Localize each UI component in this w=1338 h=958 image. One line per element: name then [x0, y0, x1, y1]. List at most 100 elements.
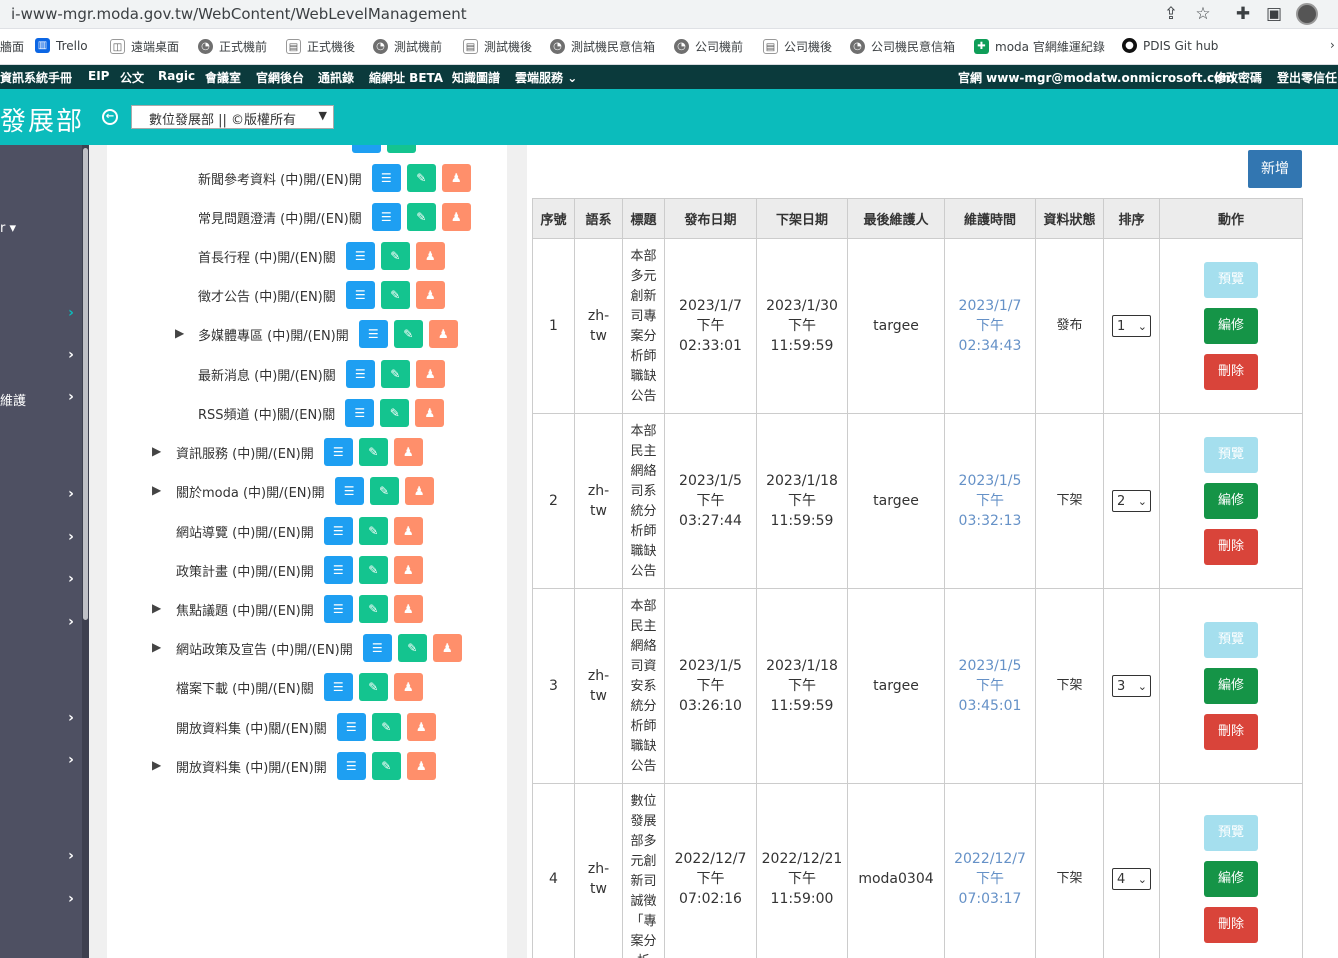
expand-arrow-icon[interactable]: ▶ — [175, 326, 187, 340]
edit-button[interactable]: ✎ — [380, 242, 410, 270]
edit-button[interactable] — [387, 145, 416, 153]
star-icon[interactable]: ☆ — [1192, 4, 1214, 24]
sidepanel-icon[interactable]: ▣ — [1263, 4, 1285, 24]
edit-button[interactable]: ✎ — [369, 477, 399, 505]
edit-button[interactable]: ✎ — [380, 281, 410, 309]
topnav-link[interactable]: EIP — [88, 69, 109, 83]
bookmark-item[interactable]: ▤ 測試機後 — [463, 38, 532, 55]
order-select[interactable]: 3 ⌄ — [1112, 675, 1151, 697]
permission-button[interactable]: ♟ — [441, 203, 471, 231]
permission-button[interactable]: ♟ — [415, 281, 445, 309]
cell-maint-time[interactable]: 2022/12/7 下午 07:03:17 — [944, 783, 1036, 958]
expand-arrow-icon[interactable]: ▶ — [152, 483, 164, 497]
tree-item-label[interactable]: 首長行程 (中)開/(EN)關 — [198, 247, 336, 266]
list-button[interactable]: ☰ — [323, 556, 353, 584]
list-button[interactable]: ☰ — [345, 281, 375, 309]
preview-button[interactable]: 預覽 — [1204, 622, 1258, 658]
cell-title[interactable]: 本部民主網絡司資安系統分析師職缺公告 — [622, 588, 665, 784]
permission-button[interactable]: ♟ — [441, 164, 471, 192]
sidebar-scrollbar-thumb[interactable] — [83, 148, 88, 620]
cell-title[interactable]: 數位發展部多元創新司誠徵「專案分析 — [622, 783, 665, 958]
permission-button[interactable]: ♟ — [406, 752, 436, 780]
col-header[interactable]: 下架日期 — [756, 198, 848, 239]
list-button[interactable]: ☰ — [336, 713, 366, 741]
expand-arrow-icon[interactable]: ▶ — [152, 444, 164, 458]
permission-button[interactable]: ♟ — [393, 595, 423, 623]
edit-button[interactable]: ✎ — [393, 320, 423, 348]
permission-button[interactable]: ♟ — [393, 556, 423, 584]
permission-button[interactable]: ♟ — [432, 634, 462, 662]
tree-item-label[interactable]: 政策計畫 (中)開/(EN)開 — [176, 561, 314, 580]
col-header[interactable]: 語系 — [574, 198, 623, 239]
chevron-right-icon[interactable]: › — [66, 389, 76, 405]
tree-item-label[interactable]: 徵才公告 (中)開/(EN)關 — [198, 286, 336, 305]
profile-avatar[interactable] — [1296, 3, 1318, 25]
list-button[interactable]: ☰ — [362, 634, 392, 662]
delete-button[interactable]: 刪除 — [1204, 714, 1258, 750]
tree-item-label[interactable]: 焦點議題 (中)開/(EN)開 — [176, 600, 314, 619]
topnav-link[interactable]: 通訊錄 — [318, 69, 354, 86]
delete-button[interactable]: 刪除 — [1204, 354, 1258, 390]
topnav-link[interactable]: 公文 — [120, 69, 144, 86]
chevron-right-icon[interactable]: › — [66, 891, 76, 907]
sidebar-item-maintenance[interactable]: 維護 — [0, 390, 26, 409]
chevron-right-icon[interactable]: › — [66, 305, 76, 321]
list-button[interactable]: ☰ — [323, 595, 353, 623]
bookmark-item[interactable]: ▤ 正式機後 — [286, 38, 355, 55]
bookmark-item[interactable]: ◔ 公司機民意信箱 — [850, 38, 955, 55]
edit-item-button[interactable]: 編修 — [1204, 668, 1258, 704]
list-button[interactable]: ☰ — [323, 438, 353, 466]
edit-button[interactable]: ✎ — [406, 203, 436, 231]
expand-arrow-icon[interactable]: ▶ — [152, 601, 164, 615]
bookmark-item[interactable]: ▤ 公司機後 — [763, 38, 832, 55]
brand-title[interactable]: 發展部 — [0, 101, 84, 138]
col-header[interactable]: 標題 — [622, 198, 665, 239]
logout-link[interactable]: 登出零信任 — [1277, 69, 1337, 86]
col-header[interactable]: 序號 — [532, 198, 575, 239]
permission-button[interactable]: ♟ — [406, 713, 436, 741]
list-button[interactable]: ☰ — [358, 320, 388, 348]
edit-button[interactable]: ✎ — [358, 438, 388, 466]
url-text[interactable]: i-www-mgr.moda.gov.tw/WebContent/WebLeve… — [11, 5, 467, 23]
cell-maint-time[interactable]: 2023/1/5 下午 03:45:01 — [944, 588, 1036, 784]
order-select[interactable]: 2 ⌄ — [1112, 490, 1151, 512]
topnav-link[interactable]: Ragic — [158, 69, 195, 83]
edit-button[interactable]: ✎ — [380, 360, 410, 388]
more-bookmarks-icon[interactable]: › — [1330, 38, 1335, 52]
permission-button[interactable]: ♟ — [404, 477, 434, 505]
preview-button[interactable]: 預覽 — [1204, 437, 1258, 473]
edit-item-button[interactable]: 編修 — [1204, 308, 1258, 344]
tree-item-label[interactable]: 多媒體專區 (中)開/(EN)開 — [198, 325, 349, 344]
list-button[interactable]: ☰ — [371, 203, 401, 231]
edit-button[interactable]: ✎ — [406, 164, 436, 192]
share-icon[interactable]: ⇪ — [1160, 4, 1182, 24]
tree-item-label[interactable]: 開放資料集 (中)關/(EN)關 — [176, 718, 327, 737]
topnav-link[interactable]: 會議室 — [205, 69, 241, 86]
edit-button[interactable]: ✎ — [358, 673, 388, 701]
permission-button[interactable]: ♟ — [393, 517, 423, 545]
sidebar-item-partial[interactable]: r ▾ — [0, 221, 16, 236]
cell-maint-time[interactable]: 2023/1/5 下午 03:32:13 — [944, 413, 1036, 589]
chevron-right-icon[interactable]: › — [66, 752, 76, 768]
list-button[interactable]: ☰ — [323, 517, 353, 545]
edit-button[interactable]: ✎ — [358, 595, 388, 623]
tree-item-label[interactable]: 資訊服務 (中)開/(EN)開 — [176, 443, 314, 462]
chevron-right-icon[interactable]: › — [66, 529, 76, 545]
order-select[interactable]: 1 ⌄ — [1112, 315, 1151, 337]
tree-item-label[interactable]: 網站政策及宣告 (中)開/(EN)開 — [176, 639, 353, 658]
tree-item-label[interactable]: 網站導覽 (中)開/(EN)開 — [176, 522, 314, 541]
permission-button[interactable]: ♟ — [428, 320, 458, 348]
chevron-right-icon[interactable]: › — [66, 347, 76, 363]
chevron-right-icon[interactable]: › — [66, 571, 76, 587]
col-header[interactable]: 動作 — [1159, 198, 1303, 239]
edit-item-button[interactable]: 編修 — [1204, 483, 1258, 519]
site-select[interactable]: 數位發展部 || ©版權所有 ▼ — [131, 105, 334, 129]
permission-button[interactable]: ♟ — [415, 399, 445, 427]
edit-button[interactable]: ✎ — [397, 634, 427, 662]
preview-button[interactable]: 預覽 — [1204, 814, 1258, 851]
add-button[interactable]: 新增 — [1248, 150, 1302, 188]
permission-button[interactable]: ♟ — [393, 438, 423, 466]
bookmark-item[interactable]: ◔ 測試機民意信箱 — [550, 38, 655, 55]
bookmark-item[interactable]: ◔ 正式機前 — [198, 38, 267, 55]
list-button[interactable]: ☰ — [345, 360, 375, 388]
